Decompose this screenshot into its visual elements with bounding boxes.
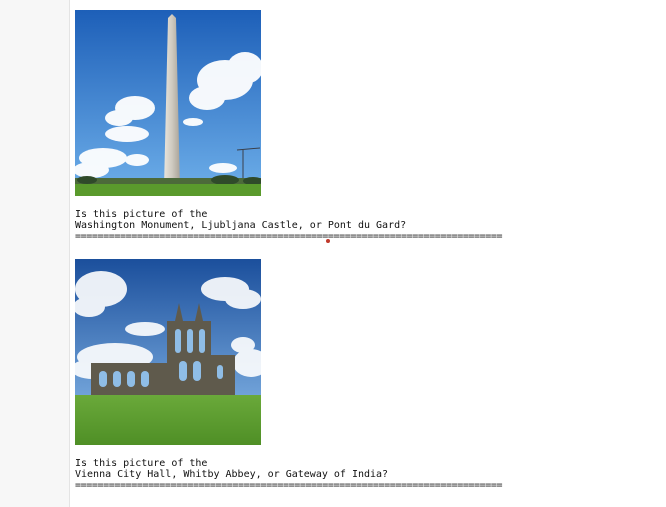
question-line-2: Washington Monument, Ljubljana Castle, o… [75,220,407,231]
question-line-1: Is this picture of the [75,458,208,469]
output-block: Is this picture of the Vienna City Hall,… [75,259,635,491]
separator-line: ========================================… [75,232,503,242]
cell-gutter [0,0,70,507]
question-line-1: Is this picture of the [75,209,208,220]
whitby-abbey-photo [75,259,261,445]
separator-line: ========================================… [75,481,503,491]
output-block: Is this picture of the Washington Monume… [75,10,635,242]
photo-canvas [75,10,261,196]
question-line-2: Vienna City Hall, Whitby Abbey, or Gatew… [75,469,389,480]
notebook-output: Is this picture of the Washington Monume… [75,0,655,507]
washington-monument-photo [75,10,261,196]
photo-canvas [75,259,261,445]
red-marker-dot [326,239,330,243]
